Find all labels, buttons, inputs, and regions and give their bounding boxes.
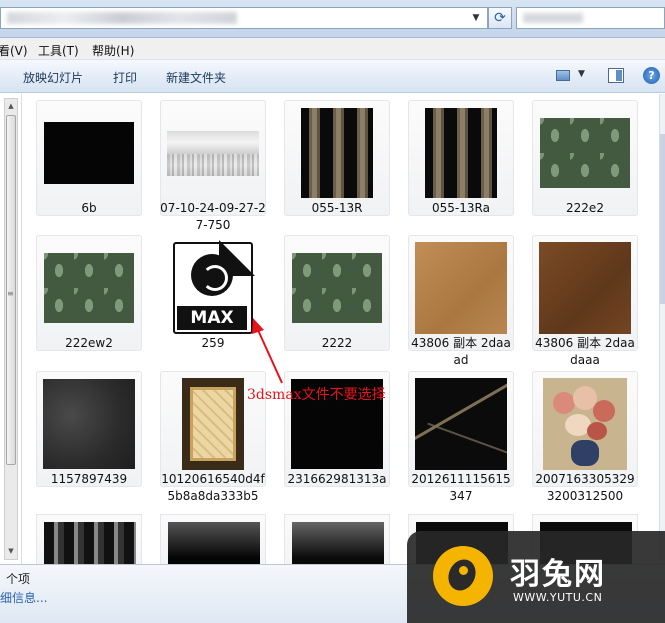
file-tile-partial[interactable] (36, 514, 142, 564)
max-label: MAX (177, 306, 247, 330)
file-thumbnail (43, 378, 135, 470)
max-file-icon: MAX (167, 240, 259, 334)
yutu-logo-icon (433, 546, 493, 606)
file-name: 2012611115615347 (411, 472, 511, 503)
file-name: 222e2 (566, 201, 604, 215)
annotation-text: 3dsmax文件不要选择 (247, 387, 386, 403)
file-name: 43806 副本 2daaad (411, 336, 511, 367)
menu-help[interactable]: 帮助(H) (92, 42, 134, 59)
scroll-up-icon[interactable]: ▲ (5, 100, 17, 112)
file-name: 20071633053293200312500 (535, 472, 635, 503)
chevron-down-icon[interactable]: ▼ (467, 8, 485, 28)
file-thumbnail (415, 107, 507, 199)
menu-view[interactable]: 看(V) (0, 42, 28, 59)
content-scrollbar[interactable] (659, 94, 665, 564)
file-thumbnail (291, 242, 383, 334)
command-bar: 放映幻灯片 打印 新建文件夹 ▼ ? (0, 60, 665, 93)
file-name: 2222 (321, 336, 353, 350)
file-name: 07-10-24-09-27-27-750 (160, 201, 266, 232)
print-button[interactable]: 打印 (113, 69, 137, 86)
file-name: 43806 副本 2daadaaa (535, 336, 635, 367)
menu-tools[interactable]: 工具(T) (38, 42, 79, 59)
file-tile-partial[interactable] (284, 514, 390, 564)
refresh-icon[interactable]: ⟳ (488, 7, 512, 29)
chevron-down-icon[interactable]: ▼ (578, 69, 585, 79)
navigation-pane: ▲ ≡ ▼ (0, 94, 22, 564)
file-name: 055-13R (311, 201, 363, 215)
file-thumbnail (539, 378, 631, 470)
item-count: 个项 (6, 572, 31, 586)
file-thumbnail (43, 107, 135, 199)
watermark-url: WWW.YUTU.CN (513, 591, 603, 604)
content-scroll-thumb[interactable] (660, 134, 665, 304)
file-thumbnail (539, 107, 631, 199)
file-grid: 6b 07-10-24-09-27-27-750 055-13R 055-13R… (23, 94, 659, 564)
address-field[interactable]: ▼ (0, 7, 488, 29)
details-link[interactable]: 细信息... (0, 589, 47, 606)
3dsmax-logo-icon (191, 254, 233, 296)
nav-scrollbar[interactable]: ▲ ≡ ▼ (4, 98, 18, 560)
address-bar: ▼ ⟳ (0, 0, 665, 38)
file-thumbnail (167, 107, 259, 199)
file-name: 222ew2 (65, 336, 113, 350)
file-thumbnail (415, 378, 507, 470)
view-options-icon[interactable] (556, 70, 570, 81)
file-tile-partial[interactable] (160, 514, 266, 564)
file-thumbnail (291, 107, 383, 199)
file-thumbnail (43, 242, 135, 334)
file-thumbnail (415, 242, 507, 334)
file-name: 10120616540d4f5b8a8da333b5 (161, 472, 265, 503)
slideshow-button[interactable]: 放映幻灯片 (23, 69, 83, 86)
file-name: 055-13Ra (432, 201, 490, 215)
file-name: 259 (201, 336, 225, 350)
file-name: 6b (81, 201, 97, 215)
file-name: 231662981313a (287, 472, 387, 486)
new-folder-button[interactable]: 新建文件夹 (166, 69, 226, 86)
grip-icon: ≡ (7, 289, 14, 298)
search-input[interactable] (516, 7, 665, 29)
menu-bar: 看(V) 工具(T) 帮助(H) (0, 38, 665, 60)
help-icon[interactable]: ? (643, 67, 660, 84)
search-placeholder-blurred (523, 13, 583, 23)
watermark: 羽兔网 WWW.YUTU.CN (407, 531, 665, 623)
address-path-blurred (7, 12, 237, 24)
file-thumbnail (167, 378, 259, 470)
watermark-name: 羽兔网 (510, 557, 606, 592)
file-name: 1157897439 (50, 472, 128, 486)
file-thumbnail (539, 242, 631, 334)
scroll-down-icon[interactable]: ▼ (5, 545, 17, 557)
preview-pane-icon[interactable] (608, 68, 624, 83)
